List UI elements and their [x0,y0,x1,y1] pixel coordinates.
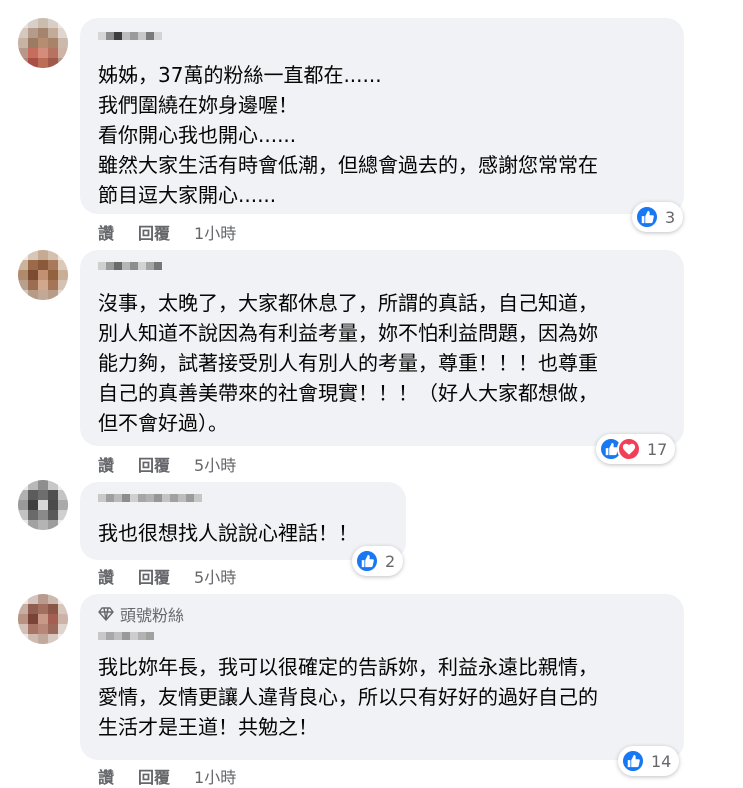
top-fan-badge[interactable]: 頭號粉絲 [98,602,184,626]
reply-button[interactable]: 回覆 [138,564,170,588]
reaction-summary[interactable]: 17 [596,434,676,464]
commenter-name[interactable] [98,632,154,648]
timestamp[interactable]: 5小時 [194,452,236,476]
reply-button[interactable]: 回覆 [138,220,170,244]
avatar[interactable] [18,18,68,68]
like-reaction-icon [635,205,659,229]
reaction-count: 17 [647,439,668,459]
avatar[interactable] [18,594,68,644]
timestamp[interactable]: 1小時 [194,220,236,244]
comment-actions: 讚 回覆 5小時 [98,564,236,588]
reply-button[interactable]: 回覆 [138,452,170,476]
reaction-count: 3 [665,207,676,227]
comment-text: 我比妳年長，我可以很確定的告訴妳，利益永遠比親情， 愛情，友情更讓人違背良心，所… [98,655,598,739]
commenter-name[interactable] [98,494,202,510]
like-reaction-icon [621,749,645,773]
comment-text: 沒事，太晚了，大家都休息了，所謂的真話，自己知道， 別人知道不說因為有利益考量，… [98,291,598,435]
like-button[interactable]: 讚 [98,452,114,476]
comment-actions: 讚 回覆 1小時 [98,764,236,788]
like-reaction-icon [355,549,379,573]
comment-text: 我也很想找人說說心裡話！！ [98,521,358,545]
love-reaction-icon [617,437,641,461]
like-button[interactable]: 讚 [98,564,114,588]
avatar[interactable] [18,480,68,530]
like-button[interactable]: 讚 [98,220,114,244]
top-fan-label: 頭號粉絲 [120,606,185,625]
comment-actions: 讚 回覆 5小時 [98,452,236,476]
timestamp[interactable]: 1小時 [194,764,236,788]
commenter-name[interactable] [98,262,162,278]
comment-bubble: 頭號粉絲 我比妳年長，我可以很確定的告訴妳，利益永遠比親情， 愛情，友情更讓人違… [80,594,684,760]
comment-actions: 讚 回覆 1小時 [98,220,236,244]
reaction-summary[interactable]: 2 [352,546,404,576]
timestamp[interactable]: 5小時 [194,564,236,588]
comment-bubble: 姊姊，37萬的粉絲一直都在...... 我們圍繞在妳身邊喔！ 看你開心我也開心.… [80,18,684,214]
reaction-count: 14 [651,751,672,771]
reaction-summary[interactable]: 3 [632,202,684,232]
comment-bubble: 沒事，太晚了，大家都休息了，所謂的真話，自己知道， 別人知道不說因為有利益考量，… [80,250,684,446]
reply-button[interactable]: 回覆 [138,764,170,788]
avatar[interactable] [18,250,68,300]
comment-text: 姊姊，37萬的粉絲一直都在...... 我們圍繞在妳身邊喔！ 看你開心我也開心.… [98,63,598,207]
reaction-summary[interactable]: 14 [618,746,680,776]
reaction-count: 2 [385,551,396,571]
diamond-icon [98,607,114,621]
commenter-name[interactable] [98,32,162,48]
like-button[interactable]: 讚 [98,764,114,788]
